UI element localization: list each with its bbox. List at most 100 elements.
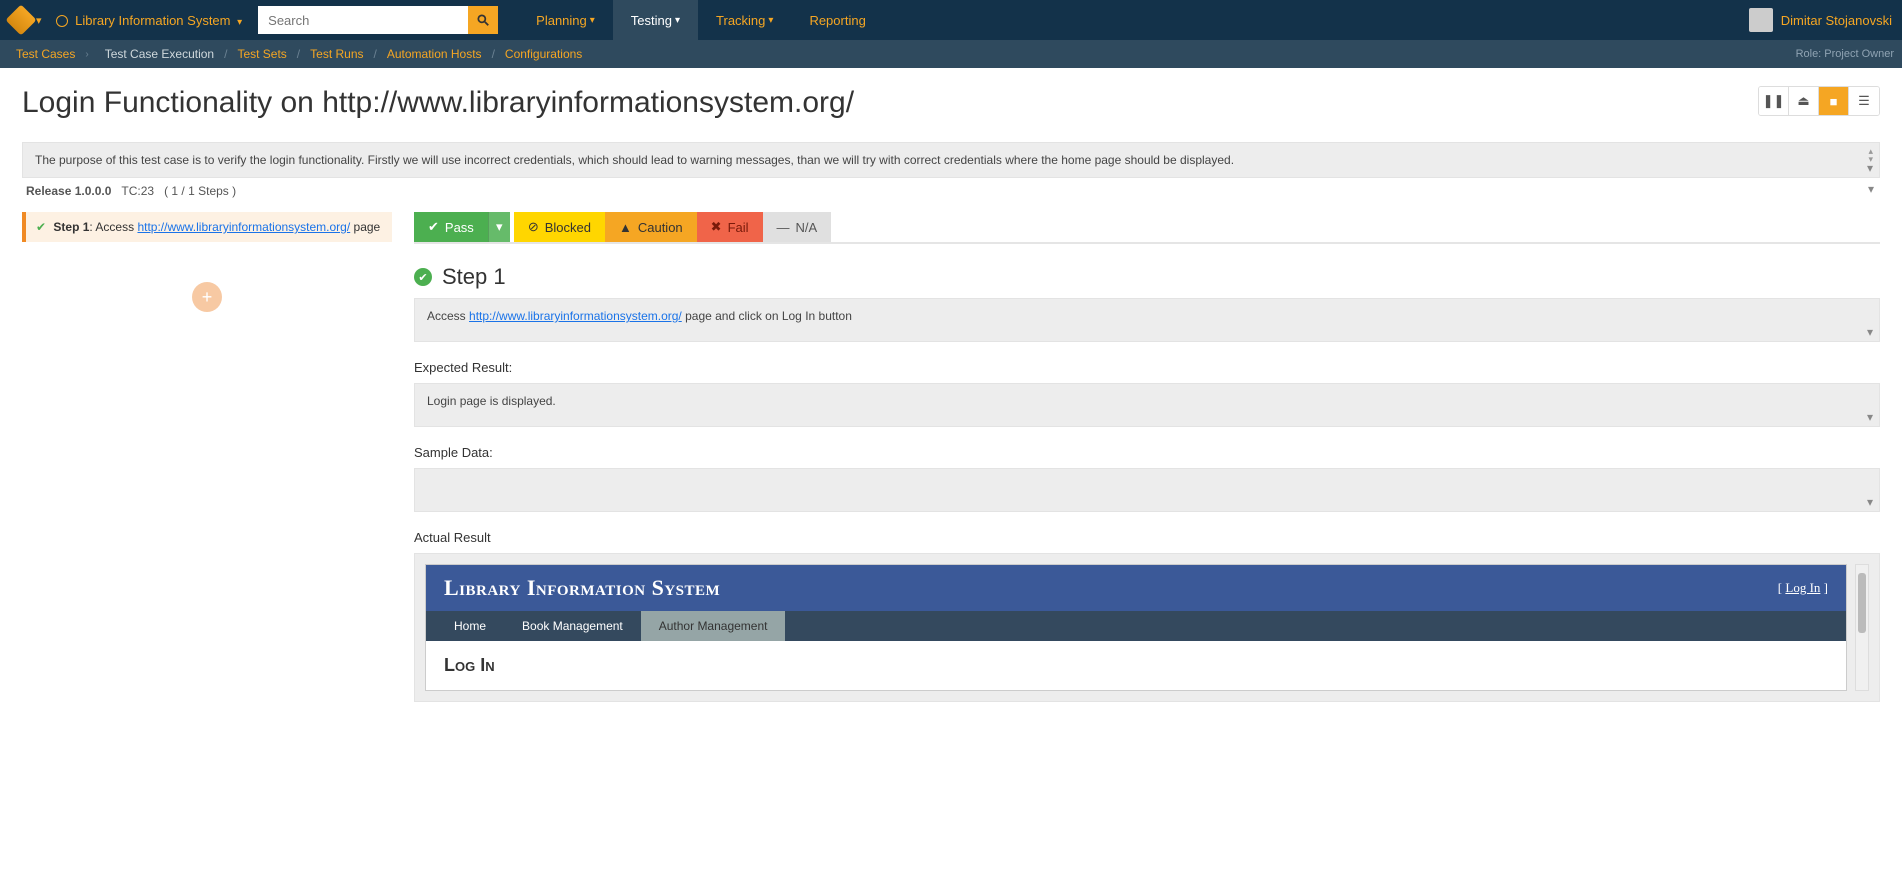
- expand-toggle[interactable]: ▾: [1867, 410, 1873, 424]
- eject-button[interactable]: ⏏: [1789, 87, 1819, 115]
- expand-toggle[interactable]: ▾: [1868, 182, 1874, 196]
- instruction-link[interactable]: http://www.libraryinformationsystem.org/: [469, 309, 682, 323]
- stop-button[interactable]: ■: [1819, 87, 1849, 115]
- subnav-test-cases[interactable]: Test Cases: [16, 47, 75, 61]
- check-icon: ✔: [36, 220, 46, 234]
- view-controls: ❚❚ ⏏ ■ ☰: [1758, 86, 1880, 116]
- check-icon: ✔: [428, 219, 439, 235]
- tc-label: TC:23: [121, 184, 154, 198]
- instruction-prefix: Access: [427, 309, 469, 323]
- nav-label: Planning: [536, 13, 587, 28]
- step-heading: ✔ Step 1: [414, 264, 1880, 290]
- steps-count: ( 1 / 1 Steps ): [164, 184, 236, 198]
- nav-label: Reporting: [809, 13, 865, 28]
- preview-login-link[interactable]: [ Log In ]: [1778, 580, 1828, 596]
- subnav-test-sets[interactable]: Test Sets: [237, 47, 286, 61]
- expected-result-label: Expected Result:: [414, 360, 1880, 375]
- step-label: Step 1: [53, 220, 89, 234]
- subnav-configurations[interactable]: Configurations: [505, 47, 582, 61]
- actual-result-label: Actual Result: [414, 530, 1880, 545]
- chevron-down-icon: ▾: [237, 17, 242, 28]
- user-name: Dimitar Stojanovski: [1781, 13, 1892, 28]
- blocked-icon: ⊘: [528, 219, 539, 235]
- preview-nav-author[interactable]: Author Management: [641, 611, 786, 641]
- subnav-automation-hosts[interactable]: Automation Hosts: [387, 47, 482, 61]
- actual-result-box: Library Information System [ Log In ] Ho…: [414, 553, 1880, 702]
- release-info-row: Release 1.0.0.0 TC:23 ( 1 / 1 Steps ) ▾: [22, 178, 1880, 212]
- caution-button[interactable]: ▲Caution: [605, 212, 697, 242]
- pause-button[interactable]: ❚❚: [1759, 87, 1789, 115]
- separator: /: [374, 47, 377, 61]
- project-selector[interactable]: Library Information System ▾: [56, 13, 243, 28]
- search-button[interactable]: [468, 6, 498, 34]
- search-input[interactable]: [258, 6, 468, 34]
- release-label: Release 1.0.0.0: [26, 184, 111, 198]
- main-menu: Planning▾ Testing▾ Tracking▾ Reporting: [518, 0, 884, 40]
- sub-navbar: Test Cases › Test Case Execution / Test …: [0, 40, 1902, 68]
- nav-reporting[interactable]: Reporting: [791, 0, 883, 40]
- subnav-test-runs[interactable]: Test Runs: [310, 47, 363, 61]
- nav-tracking[interactable]: Tracking▾: [698, 0, 791, 40]
- fail-button[interactable]: ✖ Fail: [697, 212, 763, 242]
- preview-body-heading: Log In: [444, 655, 1828, 676]
- preview-scrollbar[interactable]: [1855, 564, 1869, 691]
- na-button[interactable]: —N/A: [763, 212, 832, 242]
- step-list-item[interactable]: ✔ Step 1: Access http://www.libraryinfor…: [22, 212, 392, 242]
- btn-label: Caution: [638, 220, 683, 235]
- blocked-button[interactable]: ⊘Blocked: [514, 212, 605, 242]
- description-text: The purpose of this test case is to veri…: [35, 153, 1234, 167]
- top-navbar: ▾ Library Information System ▾ Planning▾…: [0, 0, 1902, 40]
- nav-planning[interactable]: Planning▾: [518, 0, 613, 40]
- separator: /: [492, 47, 495, 61]
- scrollbar-thumb[interactable]: [1858, 573, 1866, 633]
- nav-label: Testing: [631, 13, 672, 28]
- project-name-label: Library Information System: [75, 13, 230, 28]
- pass-button[interactable]: ✔Pass: [414, 212, 488, 242]
- add-step-button[interactable]: +: [192, 282, 222, 312]
- content-columns: ✔ Step 1: Access http://www.libraryinfor…: [22, 212, 1880, 702]
- nav-label: Tracking: [716, 13, 765, 28]
- step-title: Step 1: [442, 264, 506, 290]
- description-box: The purpose of this test case is to veri…: [22, 142, 1880, 178]
- search-wrap: [258, 6, 498, 34]
- user-menu[interactable]: Dimitar Stojanovski: [1749, 8, 1892, 32]
- page-title: Login Functionality on http://www.librar…: [22, 86, 1758, 120]
- separator: /: [297, 47, 300, 61]
- expand-toggle[interactable]: ▾: [1867, 161, 1873, 175]
- chevron-right-icon: ›: [85, 49, 88, 60]
- step-suffix: page: [350, 220, 380, 234]
- instruction-box: Access http://www.libraryinformationsyst…: [414, 298, 1880, 342]
- expand-toggle[interactable]: ▾: [1867, 325, 1873, 339]
- preview-site-title: Library Information System: [444, 575, 720, 601]
- app-logo[interactable]: [5, 4, 36, 35]
- expand-toggle[interactable]: ▾: [1867, 495, 1873, 509]
- steps-sidebar: ✔ Step 1: Access http://www.libraryinfor…: [22, 212, 392, 702]
- avatar: [1749, 8, 1773, 32]
- menu-button[interactable]: ☰: [1849, 87, 1879, 115]
- sample-data-box[interactable]: ▾: [414, 468, 1880, 512]
- logo-dropdown-caret[interactable]: ▾: [36, 14, 42, 27]
- separator: /: [224, 47, 227, 61]
- expected-result-box: Login page is displayed. ▾: [414, 383, 1880, 427]
- chevron-down-icon: ▾: [768, 15, 773, 26]
- preview-nav-book[interactable]: Book Management: [504, 611, 641, 641]
- chevron-down-icon: ▾: [675, 15, 680, 26]
- btn-label: N/A: [796, 220, 818, 235]
- search-icon: [476, 13, 490, 27]
- subnav-test-case-execution[interactable]: Test Case Execution: [105, 47, 214, 61]
- expected-result-text: Login page is displayed.: [427, 394, 556, 408]
- preview-nav-home[interactable]: Home: [436, 611, 504, 641]
- status-button-row: ✔Pass ▾ ⊘Blocked ▲Caution ✖ Fail —N/A: [414, 212, 1880, 244]
- check-badge-icon: ✔: [414, 268, 432, 286]
- embedded-preview: Library Information System [ Log In ] Ho…: [425, 564, 1847, 691]
- nav-testing[interactable]: Testing▾: [613, 0, 698, 40]
- login-link-text[interactable]: Log In: [1785, 580, 1820, 595]
- step-prefix: : Access: [89, 220, 137, 234]
- preview-nav: Home Book Management Author Management: [426, 611, 1846, 641]
- role-label: Role: Project Owner: [1796, 48, 1894, 60]
- x-icon: ✖: [711, 219, 722, 235]
- preview-body: Log In: [426, 641, 1846, 690]
- step-link[interactable]: http://www.libraryinformationsystem.org/: [137, 220, 350, 234]
- btn-label: Fail: [728, 220, 749, 235]
- pass-dropdown[interactable]: ▾: [488, 212, 510, 242]
